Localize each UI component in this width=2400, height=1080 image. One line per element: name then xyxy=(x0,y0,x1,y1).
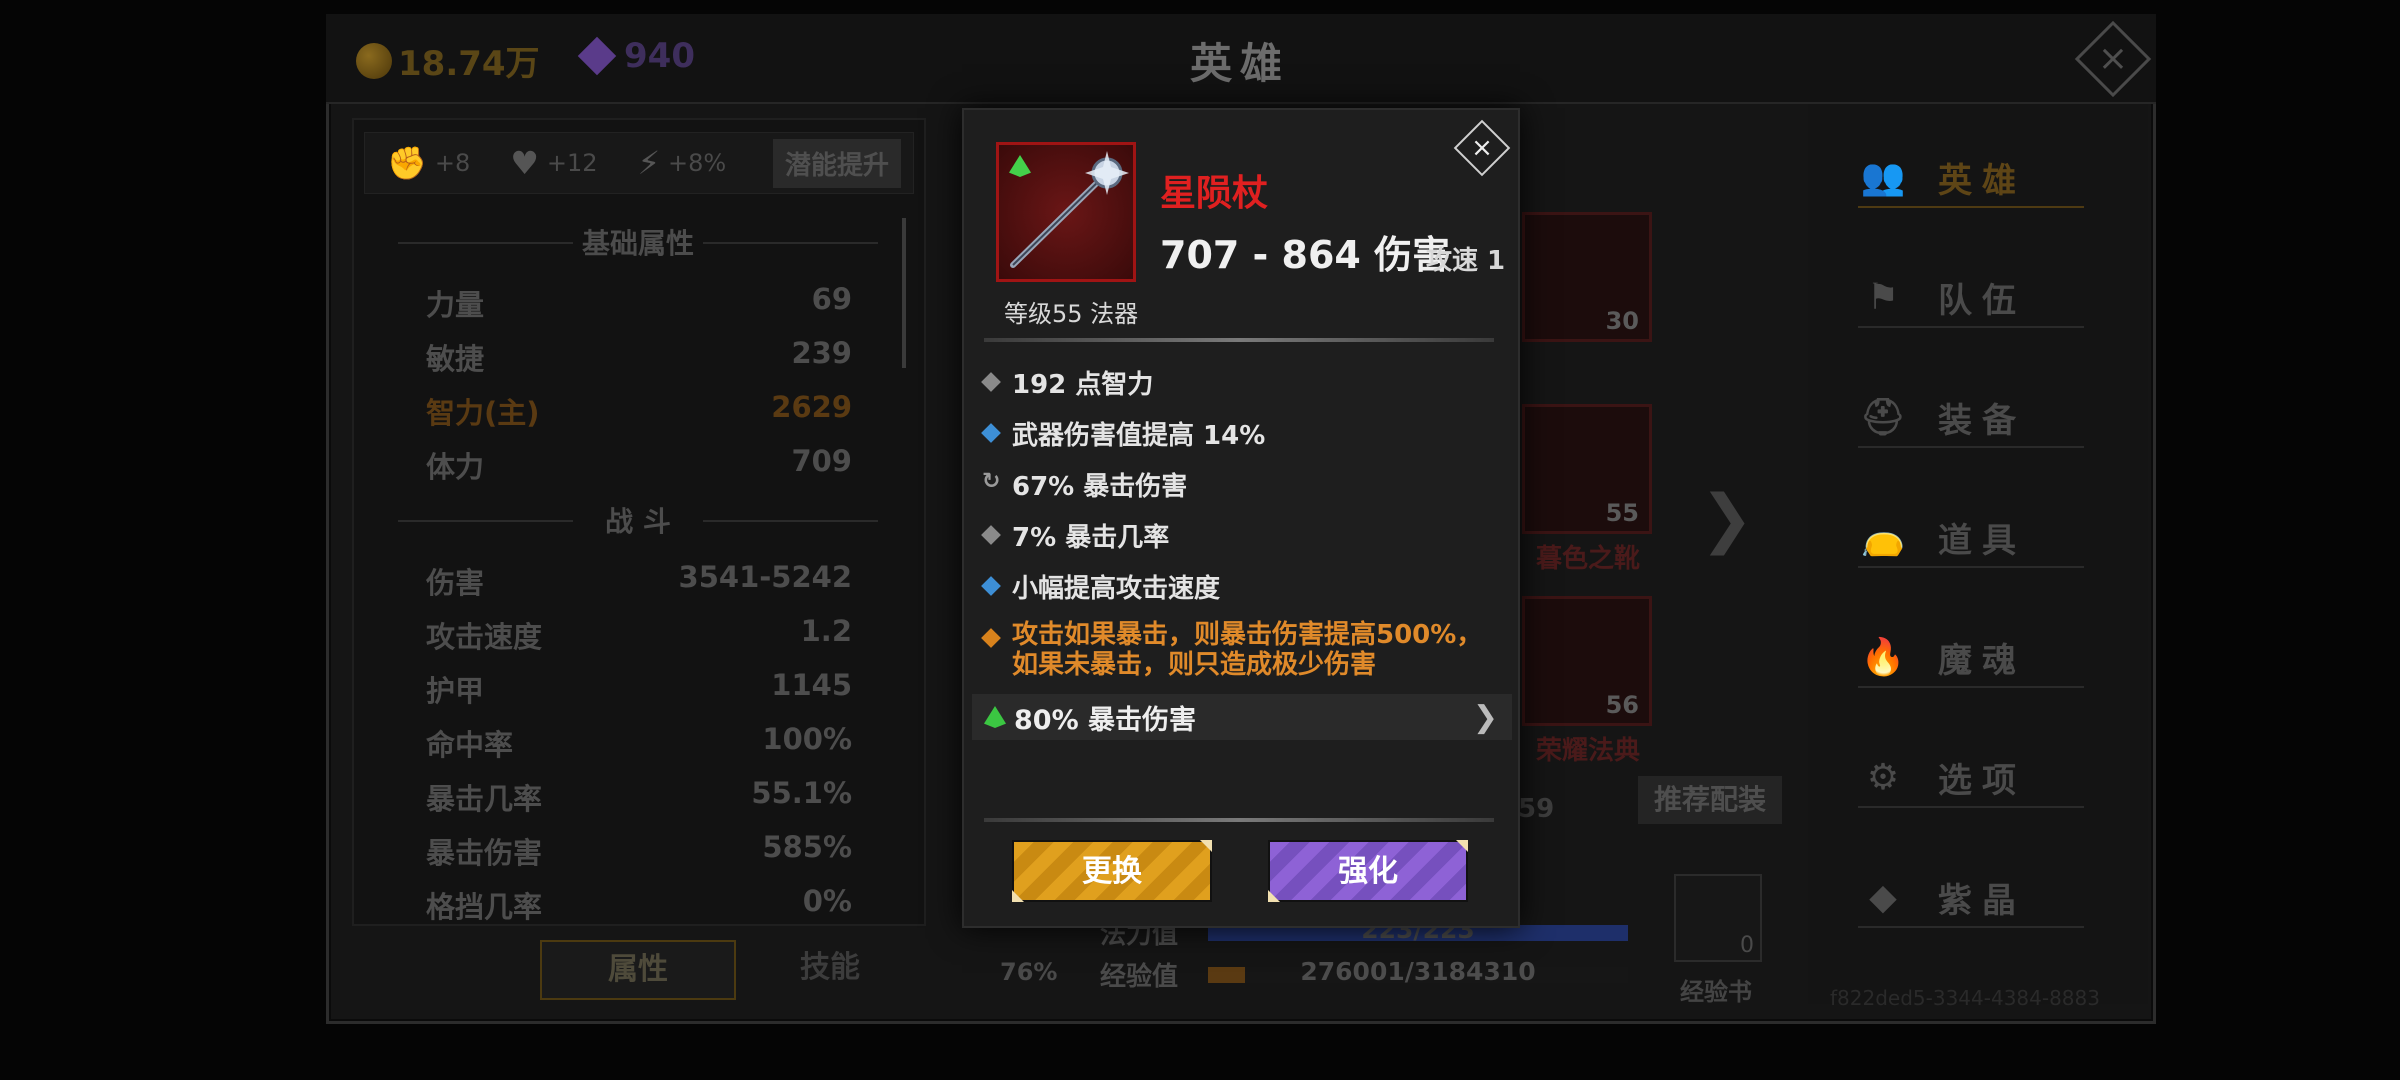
item-damage: 707 - 864 伤害 xyxy=(1160,233,1451,277)
divider xyxy=(984,818,1494,822)
heroes-icon: 👥 xyxy=(1860,157,1906,198)
orange-diamond-icon xyxy=(981,628,1001,648)
stat-row: 护甲 1145 xyxy=(426,668,852,708)
stat-row: 敏捷 239 xyxy=(426,336,852,376)
recommend-loadout-button[interactable]: 推荐配装 xyxy=(1638,776,1782,824)
purple-gem-icon xyxy=(577,36,617,76)
exp-bar: 276001/3184310 xyxy=(1208,957,1629,986)
percent-label: 76% xyxy=(1000,958,1058,986)
close-icon: × xyxy=(2097,38,2129,79)
grey-diamond-icon xyxy=(981,372,1001,392)
menu-item-equipment[interactable]: ⛑ 装备 xyxy=(1858,388,2084,448)
exp-book-label: 经验书 xyxy=(1680,978,1752,1006)
gem-affix-row[interactable]: 80% 暴击伤害 ❯ xyxy=(972,694,1512,740)
menu-item-amethyst[interactable]: ◆ 紫晶 xyxy=(1858,868,2084,928)
affix-line: ↻ 67% 暴击伤害 xyxy=(982,469,1188,503)
book-name: 荣耀法典 xyxy=(1536,736,1641,766)
corner-mark xyxy=(1268,890,1280,902)
health-bonus: ♥ +12 xyxy=(510,144,598,182)
gold-currency: 18.74万 xyxy=(356,36,540,85)
affix-line: 小幅提高攻击速度 xyxy=(981,568,1494,605)
grey-diamond-icon xyxy=(981,525,1001,545)
gear-icon: ⚙ xyxy=(1866,756,1900,798)
menu-item-options[interactable]: ⚙ 选项 xyxy=(1858,748,2084,808)
menu-item-team[interactable]: ⚑ 队伍 xyxy=(1858,268,2084,328)
tab-attributes[interactable]: 属性 xyxy=(540,940,736,1000)
legendary-affix-line: 攻击如果暴击，则暴击伤害提高500%，如果未暴击，则只造成极少伤害 xyxy=(981,620,1484,680)
gold-amount: 18.74万 xyxy=(398,44,540,84)
menu-item-heroes[interactable]: 👥 英雄 xyxy=(1858,148,2084,208)
stat-row-primary: 智力(主) 2629 xyxy=(426,390,852,430)
blue-diamond-icon xyxy=(981,576,1001,596)
stat-row: 暴击伤害 585% xyxy=(426,830,852,870)
close-icon: × xyxy=(1471,133,1493,163)
affix-line: 192 点智力 xyxy=(981,364,1494,401)
gem-amount: 940 xyxy=(624,36,695,76)
window-title: 英雄 xyxy=(1189,39,1290,88)
stat-row: 格挡几率 0% xyxy=(426,884,852,924)
potential-bar: ✊ +8 ♥ +12 ⚡ +8% 潜能提升 xyxy=(364,132,914,194)
item-name: 星陨杖 xyxy=(1160,173,1269,214)
bag-icon: 👝 xyxy=(1860,517,1906,558)
green-gem-icon xyxy=(984,706,1006,728)
item-level-type: 等级55 法器 xyxy=(1004,300,1139,328)
strength-bonus: ✊ +8 xyxy=(387,144,471,182)
heart-icon: ♥ xyxy=(510,144,539,182)
corner-mark xyxy=(1456,840,1468,852)
combat-title: 战 斗 xyxy=(398,500,878,540)
stat-row: 攻击速度 1.2 xyxy=(426,614,852,654)
muscle-icon: ✊ xyxy=(387,144,427,182)
stat-row: 体力 709 xyxy=(426,444,852,484)
divider xyxy=(984,338,1494,342)
equipment-slot-book[interactable]: 56 xyxy=(1522,596,1652,726)
lightning-icon: ⚡ xyxy=(637,144,661,182)
replace-button[interactable]: 更换 xyxy=(1012,840,1212,902)
reroll-icon: ↻ xyxy=(982,469,1001,494)
partial-value: 59 xyxy=(1518,794,1555,824)
menu-item-souls[interactable]: 🔥 魔魂 xyxy=(1858,628,2084,688)
stat-row: 力量 69 xyxy=(426,282,852,322)
tab-skills[interactable]: 技能 xyxy=(760,940,900,1000)
basic-attributes-title: 基础属性 xyxy=(398,222,878,262)
session-id: f822ded5-3344-4384-8883 xyxy=(1830,986,2100,1010)
gold-coin-icon xyxy=(356,42,392,79)
next-page-arrow-icon[interactable]: ❯ xyxy=(1700,482,1754,556)
stat-row: 伤害 3541-5242 xyxy=(426,560,852,600)
helmet-icon: ⛑ xyxy=(1860,397,1906,438)
gem-currency: 940 xyxy=(577,36,695,76)
item-attack-speed: 攻速 1 xyxy=(1426,246,1506,276)
stat-row: 命中率 100% xyxy=(426,722,852,762)
boots-name: 暮色之靴 xyxy=(1536,544,1641,574)
crystal-icon: ◆ xyxy=(1869,876,1897,918)
flame-icon: 🔥 xyxy=(1860,637,1906,678)
chevron-right-icon: ❯ xyxy=(1472,699,1498,735)
exp-book-slot[interactable]: 0 xyxy=(1674,874,1762,962)
equipment-slot-helmet[interactable]: 30 xyxy=(1522,212,1652,342)
exp-bar-row: 经验值 276001/3184310 xyxy=(1100,956,1629,993)
blue-diamond-icon xyxy=(981,423,1001,443)
menu-item-items[interactable]: 👝 道具 xyxy=(1858,508,2084,568)
potential-upgrade-button[interactable]: 潜能提升 xyxy=(772,138,901,188)
affix-line: 武器伤害值提高 14% xyxy=(981,415,1494,452)
item-icon xyxy=(996,142,1136,282)
speed-bonus: ⚡ +8% xyxy=(637,144,727,182)
corner-mark xyxy=(1012,890,1024,902)
equipment-slot-boots[interactable]: 55 xyxy=(1522,404,1652,534)
flag-icon: ⚑ xyxy=(1866,276,1900,318)
stats-scrollbar[interactable] xyxy=(902,218,906,368)
corner-mark xyxy=(1200,840,1212,852)
upgrade-button[interactable]: 强化 xyxy=(1268,840,1468,902)
stat-row: 暴击几率 55.1% xyxy=(426,776,852,816)
affix-line: 7% 暴击几率 xyxy=(981,517,1494,554)
